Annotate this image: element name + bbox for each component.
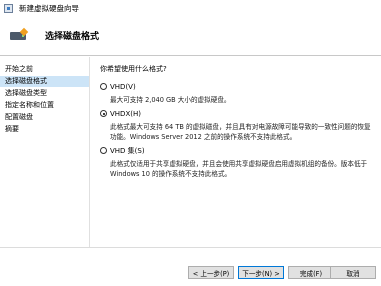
- step-choose-disk-type[interactable]: 选择磁盘类型: [0, 88, 89, 99]
- wizard-steps-sidebar: 开始之前 选择磁盘格式 选择磁盘类型 指定名称和位置 配置磁盘 摘要: [0, 57, 90, 247]
- next-button[interactable]: 下一步(N) >: [238, 266, 284, 279]
- vhd-label[interactable]: VHD(V): [110, 83, 375, 91]
- page-title: 选择磁盘格式: [45, 32, 100, 42]
- previous-button[interactable]: < 上一步(P): [188, 266, 234, 279]
- vhd-set-description: 此格式仅适用于共享虚拟硬盘，并且会使用共享虚拟硬盘启用虚拟机组的备份。版本低于 …: [110, 160, 368, 178]
- step-configure-disk[interactable]: 配置磁盘: [0, 112, 89, 123]
- option-vhd[interactable]: VHD(V) 最大可支持 2,040 GB 大小的虚拟硬盘。: [100, 83, 375, 105]
- cancel-button[interactable]: 取消: [330, 266, 376, 279]
- wizard-header: 选择磁盘格式: [0, 16, 381, 56]
- title-bar: 新建虚拟硬盘向导: [0, 0, 381, 16]
- vhdx-description: 此格式最大可支持 64 TB 的虚拟磁盘，并且具有对电源故障可能导致的一致性问题…: [110, 123, 371, 141]
- wizard-app-icon: [4, 3, 13, 13]
- finish-button[interactable]: 完成(F): [288, 266, 334, 279]
- vhdx-radio[interactable]: [100, 110, 107, 117]
- vhd-set-label[interactable]: VHD 集(S): [110, 147, 375, 155]
- step-before-you-begin[interactable]: 开始之前: [0, 64, 89, 75]
- option-vhdx[interactable]: VHDX(H) 此格式最大可支持 64 TB 的虚拟磁盘，并且具有对电源故障可能…: [100, 110, 375, 142]
- option-vhd-set[interactable]: VHD 集(S) 此格式仅适用于共享虚拟硬盘，并且会使用共享虚拟硬盘启用虚拟机组…: [100, 147, 375, 179]
- format-question: 你希望使用什么格式?: [100, 65, 167, 73]
- vhdx-label[interactable]: VHDX(H): [110, 110, 375, 118]
- step-choose-disk-format[interactable]: 选择磁盘格式: [0, 76, 89, 87]
- window-title: 新建虚拟硬盘向导: [19, 3, 79, 13]
- step-name-and-location[interactable]: 指定名称和位置: [0, 100, 89, 111]
- virtual-disk-icon: [10, 27, 29, 43]
- wizard-footer: < 上一步(P) 下一步(N) > 完成(F) 取消: [0, 247, 381, 286]
- vhd-radio[interactable]: [100, 83, 107, 90]
- vhd-description: 最大可支持 2,040 GB 大小的虚拟硬盘。: [110, 96, 231, 104]
- main-content: 你希望使用什么格式? VHD(V) 最大可支持 2,040 GB 大小的虚拟硬盘…: [100, 64, 375, 244]
- step-summary[interactable]: 摘要: [0, 124, 89, 135]
- vhd-set-radio[interactable]: [100, 147, 107, 154]
